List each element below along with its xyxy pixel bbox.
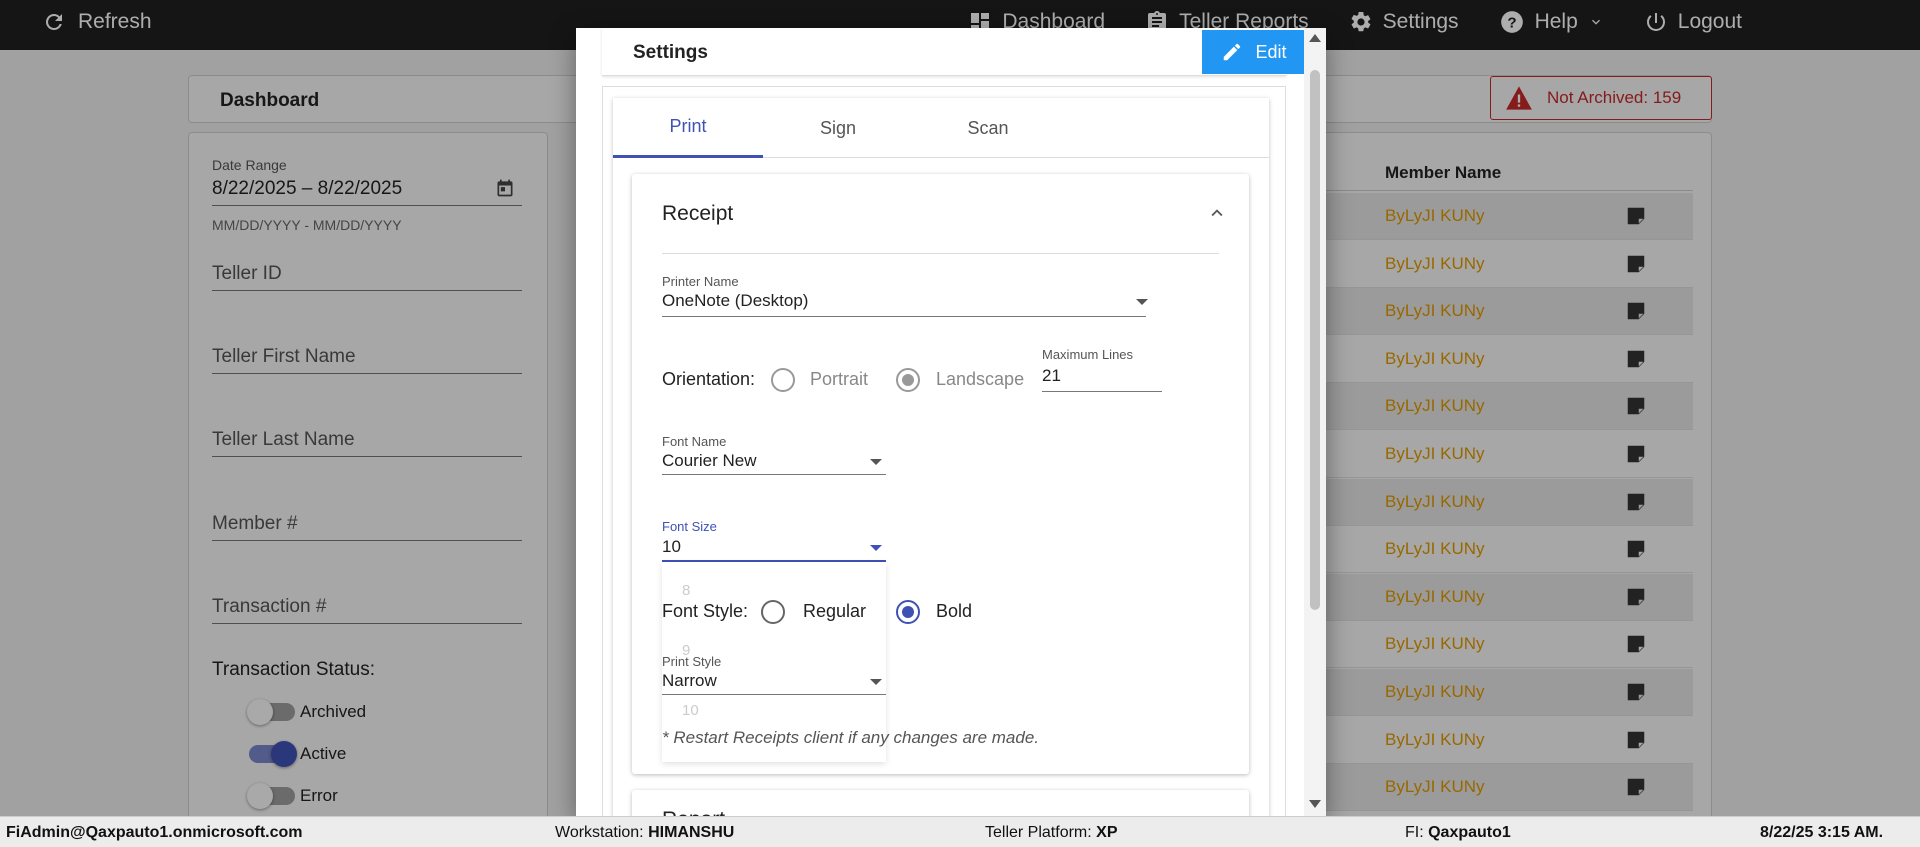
settings-dialog: Settings Edit Print Sign Scan Receipt Pr…	[576, 28, 1326, 816]
restart-note: * Restart Receipts client if any changes…	[662, 728, 1040, 747]
print-style-label: Print Style	[662, 654, 722, 669]
landscape-radio[interactable]	[896, 368, 920, 392]
portrait-label: Portrait	[810, 369, 869, 389]
max-lines-label: Maximum Lines	[1042, 347, 1134, 362]
printer-dropdown-arrow-icon[interactable]	[1136, 299, 1148, 305]
receipt-divider	[662, 253, 1219, 254]
settings-tabs-card: Print Sign Scan Receipt Printer Name One…	[613, 98, 1269, 816]
fi-label: FI:	[1405, 824, 1429, 841]
landscape-label: Landscape	[936, 369, 1025, 389]
font-name-dropdown-arrow-icon[interactable]	[870, 459, 882, 465]
portrait-radio[interactable]	[771, 368, 795, 392]
status-workstation: Workstation: HIMANSHU	[555, 824, 734, 842]
tab-print[interactable]: Print	[613, 98, 763, 158]
edit-button[interactable]: Edit	[1202, 30, 1306, 74]
bold-label: Bold	[936, 601, 973, 621]
settings-header: Settings Edit	[602, 28, 1306, 76]
regular-radio[interactable]	[761, 600, 785, 624]
scroll-down-arrow-icon[interactable]	[1309, 800, 1321, 808]
pencil-icon	[1221, 41, 1243, 63]
report-title[interactable]: Report	[662, 808, 725, 816]
printer-name-label: Printer Name	[662, 274, 739, 289]
font-size-option[interactable]: 8	[682, 582, 690, 599]
status-datetime: 8/22/25 3:15 AM.	[1760, 824, 1884, 841]
workstation-label: Workstation:	[555, 824, 649, 841]
max-lines-input[interactable]: 21	[1042, 366, 1061, 386]
font-style-label: Font Style:	[662, 601, 749, 621]
scroll-up-arrow-icon[interactable]	[1309, 34, 1321, 42]
printer-name-select[interactable]: OneNote (Desktop)	[662, 291, 808, 311]
font-size-dropdown-arrow-icon[interactable]	[870, 545, 882, 551]
settings-title: Settings	[633, 42, 708, 63]
orientation-label: Orientation:	[662, 369, 756, 389]
font-size-label: Font Size	[662, 519, 717, 534]
scroll-thumb[interactable]	[1310, 70, 1320, 610]
status-user: FiAdmin@Qaxpauto1.onmicrosoft.com	[6, 824, 303, 841]
tab-scan[interactable]: Scan	[913, 98, 1063, 158]
status-bar: FiAdmin@Qaxpauto1.onmicrosoft.com Workst…	[0, 816, 1920, 847]
fi-value: Qaxpauto1	[1428, 824, 1511, 841]
font-size-option[interactable]: 10	[682, 702, 699, 719]
status-platform: Teller Platform: XP	[985, 824, 1117, 842]
platform-value: XP	[1096, 824, 1118, 841]
modal-scrollbar[interactable]	[1304, 28, 1326, 816]
tab-sign[interactable]: Sign	[763, 98, 913, 158]
receipt-title[interactable]: Receipt	[662, 202, 733, 226]
print-style-select[interactable]: Narrow	[662, 671, 717, 691]
bold-radio[interactable]	[896, 600, 920, 624]
edit-label: Edit	[1255, 41, 1287, 62]
status-fi: FI: Qaxpauto1	[1405, 824, 1511, 842]
chevron-up-icon[interactable]	[1206, 202, 1228, 224]
font-size-select[interactable]: 10	[662, 537, 681, 557]
platform-label: Teller Platform:	[985, 824, 1097, 841]
font-name-select[interactable]: Courier New	[662, 451, 756, 471]
receipt-panel: Receipt Printer Name OneNote (Desktop) O…	[632, 174, 1249, 774]
font-name-label: Font Name	[662, 434, 727, 449]
print-style-dropdown-arrow-icon[interactable]	[870, 679, 882, 685]
print-style-underline	[662, 694, 886, 695]
report-panel: Report	[632, 790, 1249, 816]
workstation-value: HIMANSHU	[648, 824, 735, 841]
font-name-underline	[662, 474, 886, 475]
regular-label: Regular	[803, 601, 867, 621]
max-lines-underline	[1042, 391, 1162, 392]
printer-name-underline	[662, 316, 1146, 317]
settings-tabs: Print Sign Scan	[613, 98, 1269, 158]
